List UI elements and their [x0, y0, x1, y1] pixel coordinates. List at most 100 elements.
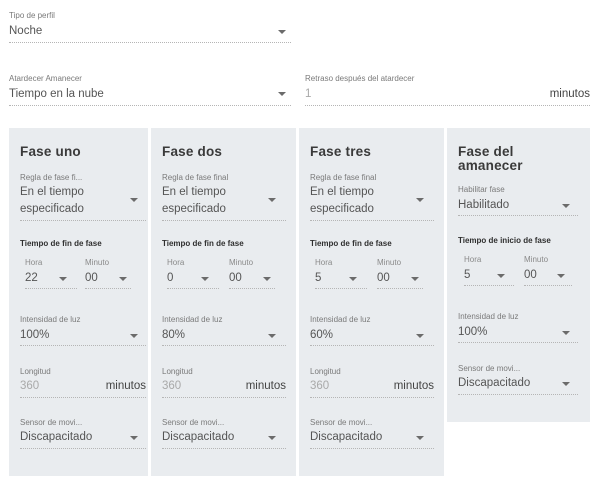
chevron-down-icon	[562, 382, 570, 386]
start-time-title: Tiempo de inicio de fase	[458, 236, 551, 245]
profile-type-label: Tipo de perfil	[9, 11, 55, 20]
chevron-down-icon	[268, 334, 276, 338]
chevron-down-icon	[416, 334, 424, 338]
phase-title: Fase uno	[20, 144, 81, 159]
minute-label: Minuto	[229, 258, 254, 267]
light-intensity-select[interactable]: Intensidad de luz 80%	[162, 315, 286, 346]
rule-value-line1: En el tiempo	[162, 186, 226, 198]
end-time-title: Tiempo de fin de fase	[310, 239, 392, 248]
length-label: Longitud	[20, 367, 51, 376]
light-intensity-select[interactable]: Intensidad de luz 60%	[310, 315, 434, 346]
rule-value-line1: En el tiempo	[20, 186, 84, 198]
hour-select[interactable]: Hora 22	[25, 258, 77, 289]
light-intensity-label: Intensidad de luz	[310, 315, 371, 324]
hour-value: 0	[167, 271, 219, 289]
sunset-sunrise-label: Atardecer Amanecer	[9, 74, 82, 83]
minute-select[interactable]: Minuto 00	[524, 255, 572, 286]
hour-label: Hora	[25, 258, 43, 267]
chevron-down-icon	[278, 30, 286, 34]
rule-value-line2: especificado	[162, 202, 286, 221]
chevron-down-icon	[130, 436, 138, 440]
motion-sensor-label: Sensor de movi...	[20, 418, 83, 427]
chevron-down-icon	[562, 204, 570, 208]
enable-phase-select[interactable]: Habilitar fase Habilitado	[458, 185, 578, 216]
motion-sensor-select[interactable]: Sensor de movi... Discapacitado	[310, 418, 434, 449]
chevron-down-icon	[263, 277, 271, 281]
motion-sensor-label: Sensor de movi...	[458, 364, 521, 373]
chevron-down-icon	[416, 198, 424, 202]
end-time-title: Tiempo de fin de fase	[162, 239, 244, 248]
minute-label: Minuto	[85, 258, 110, 267]
profile-type-value: Noche	[9, 24, 291, 43]
rule-label: Regla de fase fi...	[20, 173, 83, 182]
chevron-down-icon	[130, 334, 138, 338]
delay-field[interactable]: Retraso después del atardecer 1 minutos	[305, 73, 590, 106]
profile-type-select[interactable]: Tipo de perfil Noche	[9, 10, 291, 43]
motion-sensor-select[interactable]: Sensor de movi... Discapacitado	[20, 418, 146, 449]
length-unit: minutos	[245, 380, 286, 392]
light-intensity-label: Intensidad de luz	[458, 312, 519, 321]
hour-select[interactable]: Hora 5	[315, 258, 367, 289]
length-field[interactable]: Longitud 360 minutos	[20, 367, 146, 398]
chevron-down-icon	[497, 274, 505, 278]
length-field[interactable]: Longitud 360 minutos	[162, 367, 286, 398]
length-unit: minutos	[105, 380, 146, 392]
hour-value: 22	[25, 271, 77, 289]
delay-input[interactable]: 1	[305, 87, 590, 106]
length-label: Longitud	[162, 367, 193, 376]
chevron-down-icon	[59, 277, 67, 281]
sunset-sunrise-select[interactable]: Atardecer Amanecer Tiempo en la nube	[9, 73, 291, 106]
minute-select[interactable]: Minuto 00	[229, 258, 275, 289]
chevron-down-icon	[278, 92, 286, 96]
chevron-down-icon	[562, 331, 570, 335]
length-label: Longitud	[310, 367, 341, 376]
hour-select[interactable]: Hora 0	[167, 258, 219, 289]
motion-sensor-value: Discapacitado	[20, 430, 146, 449]
phase-title: Fase dos	[162, 144, 223, 159]
hour-label: Hora	[464, 255, 482, 264]
minute-select[interactable]: Minuto 00	[377, 258, 423, 289]
rule-value-line2: especificado	[20, 202, 146, 221]
rule-label: Regla de fase final	[310, 173, 377, 182]
enable-phase-value: Habilitado	[458, 198, 578, 216]
chevron-down-icon	[416, 436, 424, 440]
rule-label: Regla de fase final	[162, 173, 229, 182]
hour-value: 5	[464, 268, 514, 286]
delay-label: Retraso después del atardecer	[305, 74, 415, 83]
chevron-down-icon	[557, 274, 565, 278]
motion-sensor-label: Sensor de movi...	[162, 418, 225, 427]
light-intensity-select[interactable]: Intensidad de luz 100%	[20, 315, 146, 346]
minute-label: Minuto	[377, 258, 402, 267]
delay-unit: minutos	[549, 88, 590, 100]
hour-select[interactable]: Hora 5	[464, 255, 514, 286]
motion-sensor-select[interactable]: Sensor de movi... Discapacitado	[162, 418, 286, 449]
light-intensity-select[interactable]: Intensidad de luz 100%	[458, 312, 578, 343]
chevron-down-icon	[411, 277, 419, 281]
rule-value-line2: especificado	[310, 202, 434, 221]
length-field[interactable]: Longitud 360 minutos	[310, 367, 434, 398]
phase-card-one: Fase uno Regla de fase fi... En el tiemp…	[9, 128, 148, 476]
sunset-sunrise-value: Tiempo en la nube	[9, 87, 291, 106]
rule-value-line1: En el tiempo	[310, 186, 374, 198]
phase-card-sunrise: Fase del amanecer Habilitar fase Habilit…	[447, 128, 590, 422]
chevron-down-icon	[268, 198, 276, 202]
hour-value: 5	[315, 271, 367, 289]
light-intensity-label: Intensidad de luz	[20, 315, 81, 324]
light-intensity-value: 100%	[458, 325, 578, 343]
light-intensity-value: 100%	[20, 328, 146, 346]
rule-select[interactable]: Regla de fase fi... En el tiempo especif…	[20, 173, 146, 221]
chevron-down-icon	[119, 277, 127, 281]
chevron-down-icon	[201, 277, 209, 281]
length-unit: minutos	[393, 380, 434, 392]
end-time-title: Tiempo de fin de fase	[20, 239, 102, 248]
motion-sensor-select[interactable]: Sensor de movi... Discapacitado	[458, 364, 578, 395]
rule-select[interactable]: Regla de fase final En el tiempo especif…	[310, 173, 434, 221]
minute-select[interactable]: Minuto 00	[85, 258, 131, 289]
enable-phase-label: Habilitar fase	[458, 185, 505, 194]
motion-sensor-value: Discapacitado	[458, 376, 578, 395]
rule-select[interactable]: Regla de fase final En el tiempo especif…	[162, 173, 286, 221]
chevron-down-icon	[130, 198, 138, 202]
chevron-down-icon	[349, 277, 357, 281]
minute-label: Minuto	[524, 255, 549, 264]
light-intensity-label: Intensidad de luz	[162, 315, 223, 324]
